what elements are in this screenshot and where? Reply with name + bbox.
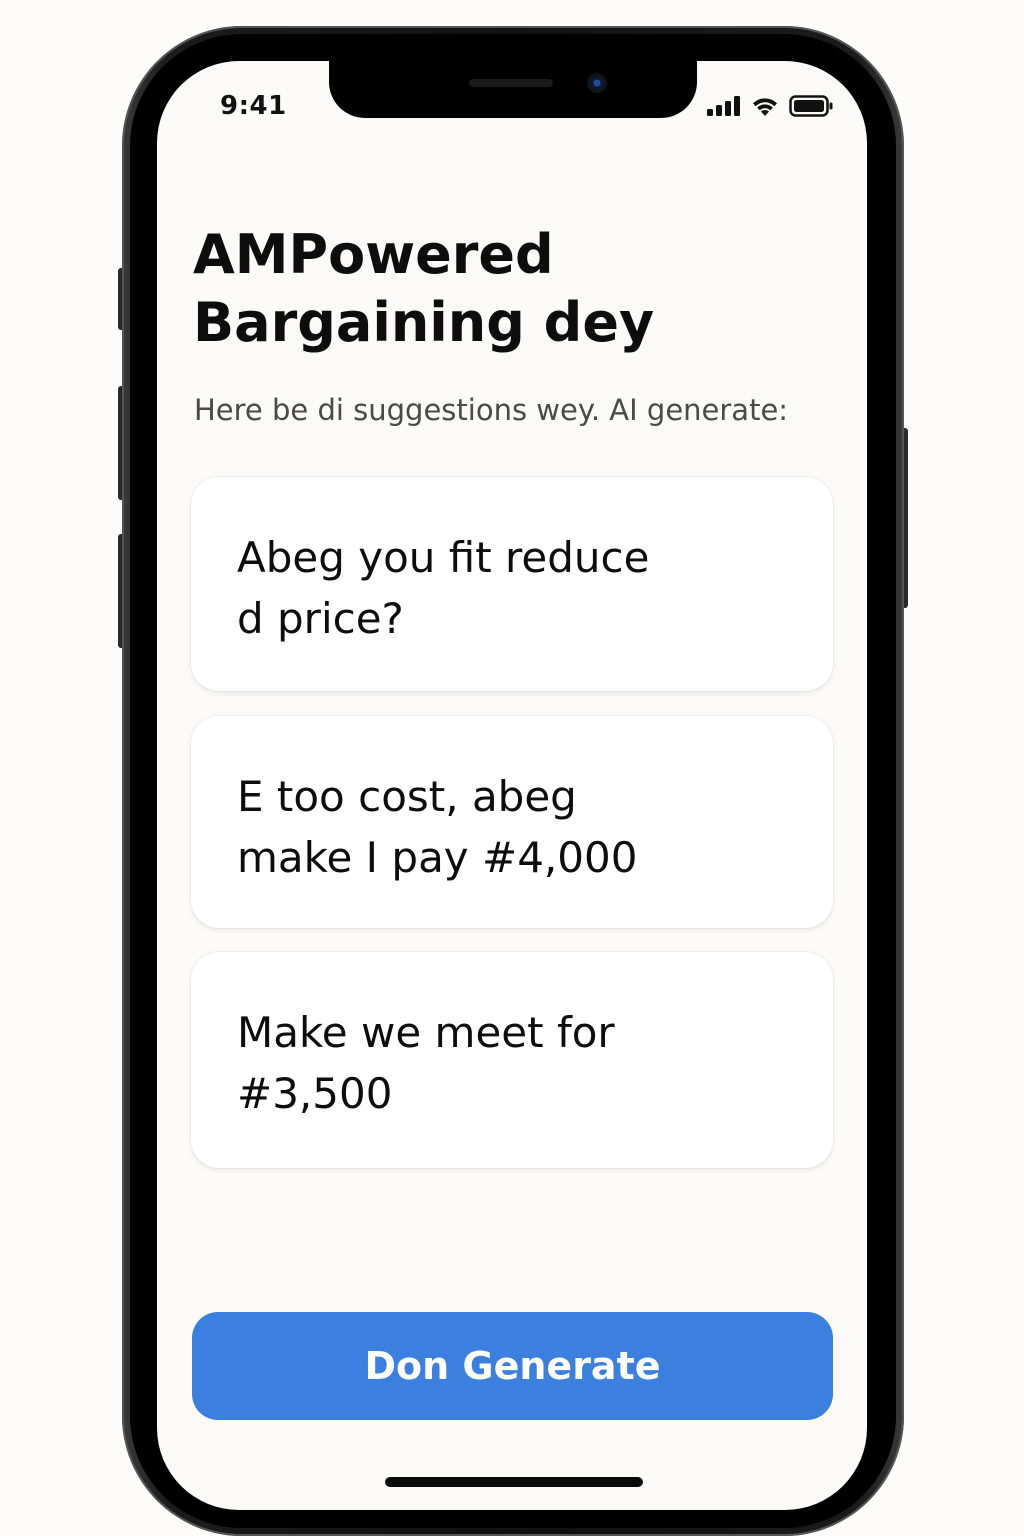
suggestion-text: Make we meet for #3,500 bbox=[237, 1008, 615, 1118]
cellular-signal-icon bbox=[707, 96, 740, 116]
stage: 9:41 AMPowered Bargaining dey Here be di… bbox=[0, 0, 1024, 1536]
status-icons bbox=[707, 95, 833, 117]
phone-screen: 9:41 AMPowered Bargaining dey Here be di… bbox=[157, 61, 867, 1510]
status-time: 9:41 bbox=[220, 91, 287, 121]
speaker-grille bbox=[469, 79, 553, 87]
suggestion-text: E too cost, abeg make I pay #4,000 bbox=[237, 772, 638, 882]
suggestion-card[interactable]: E too cost, abeg make I pay #4,000 bbox=[191, 716, 833, 928]
suggestion-card[interactable]: Make we meet for #3,500 bbox=[191, 952, 833, 1168]
suggestion-card[interactable]: Abeg you fit reduce d price? bbox=[191, 477, 833, 691]
page-subtitle: Here be di suggestions wey. AI generate: bbox=[194, 393, 789, 427]
page-title: AMPowered Bargaining dey bbox=[193, 223, 655, 354]
home-indicator[interactable] bbox=[385, 1477, 643, 1487]
generate-button[interactable]: Don Generate bbox=[192, 1312, 833, 1420]
front-camera bbox=[587, 73, 607, 93]
notch bbox=[329, 61, 697, 118]
wifi-icon bbox=[753, 97, 777, 116]
suggestion-text: Abeg you fit reduce d price? bbox=[237, 533, 650, 643]
battery-icon bbox=[789, 95, 833, 117]
